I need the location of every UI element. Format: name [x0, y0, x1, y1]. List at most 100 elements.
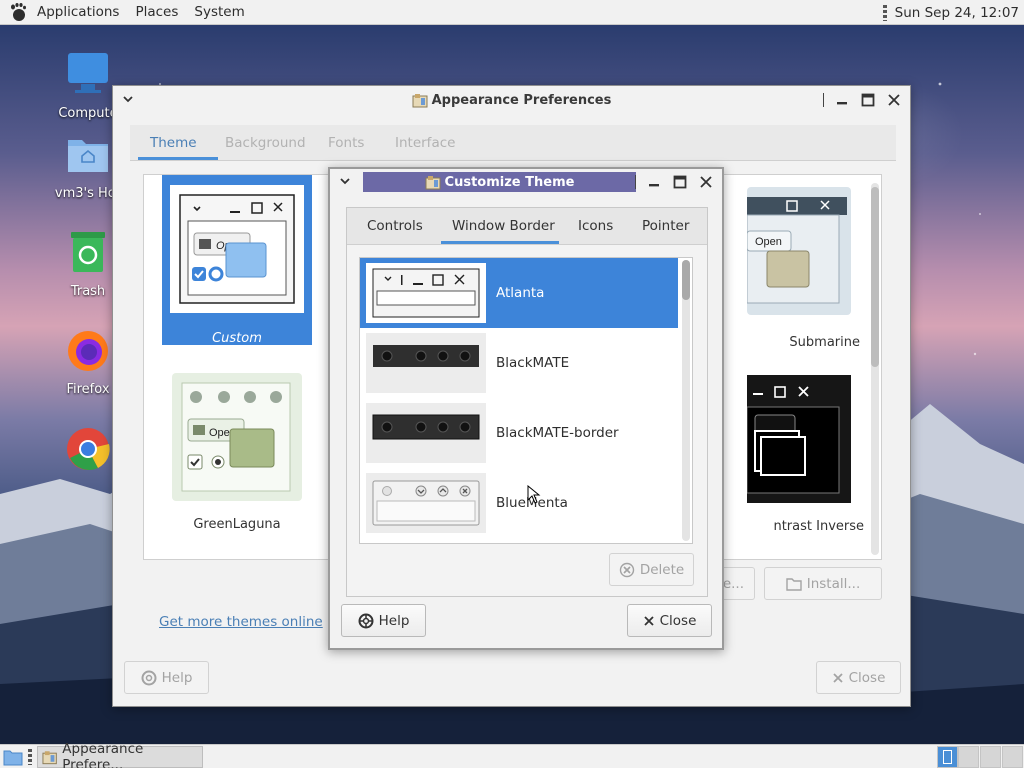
tab-controls[interactable]: Controls: [367, 208, 423, 245]
list-item-atlanta[interactable]: Atlanta: [360, 258, 678, 328]
tab-icons[interactable]: Icons: [578, 208, 613, 245]
tab-fonts[interactable]: Fonts: [328, 125, 364, 161]
show-desktop-icon[interactable]: [3, 748, 23, 766]
theme-tile-contrast-inverse[interactable]: ntrast Inverse: [714, 375, 864, 535]
tab-background[interactable]: Background: [225, 125, 306, 161]
appearance-app-icon: [42, 751, 57, 765]
delete-icon: [619, 562, 635, 577]
save-as-label: e...: [722, 575, 744, 592]
close-x-icon: [643, 615, 654, 626]
theme-label-contrast-inverse: ntrast Inverse: [773, 519, 864, 534]
theme-list-scrollbar[interactable]: [871, 183, 879, 555]
border-name: Atlanta: [496, 285, 545, 301]
close-label: Close: [848, 669, 886, 686]
theme-label-custom: Custom: [212, 331, 262, 346]
list-item-blackmate[interactable]: BlackMATE: [360, 328, 678, 398]
menu-system[interactable]: System: [186, 0, 252, 25]
folder-open-icon: [786, 577, 802, 591]
close-window-button[interactable]: Close: [816, 661, 901, 694]
titlebar[interactable]: Appearance Preferences: [113, 86, 910, 114]
title-band: Customize Theme: [363, 172, 636, 192]
theme-tile-greenlaguna[interactable]: Open GreenLaguna: [162, 373, 312, 533]
tab-interface[interactable]: Interface: [395, 125, 455, 161]
gnome-foot-icon[interactable]: [7, 1, 29, 23]
help-button[interactable]: Help: [124, 661, 209, 694]
help-label: Help: [161, 669, 193, 686]
blackmate-preview-graphic: [373, 345, 479, 367]
tab-bar: Controls Window Border Icons Pointer: [347, 208, 707, 245]
menu-applications[interactable]: Applications: [29, 0, 127, 25]
help-button[interactable]: Help: [341, 604, 426, 637]
blackmate-border-preview-graphic: [372, 414, 480, 440]
titlebar[interactable]: Customize Theme: [330, 169, 722, 195]
theme-tile-custom[interactable]: Open Custom: [162, 175, 312, 346]
atlanta-preview-graphic: [372, 268, 480, 318]
active-tab-indicator: [441, 241, 559, 244]
close-icon: [888, 94, 900, 106]
close-button[interactable]: [884, 90, 904, 110]
customize-theme-dialog: Customize Theme Controls Window Border I…: [328, 167, 724, 650]
taskbar-appearance-preferences[interactable]: Appearance Prefere...: [37, 741, 203, 768]
install-button[interactable]: Install...: [764, 567, 882, 600]
help-icon: [141, 670, 157, 685]
title-separator: [635, 175, 636, 189]
border-preview: [366, 333, 486, 393]
customize-notebook: Controls Window Border Icons Pointer Atl…: [346, 207, 708, 597]
bluementa-preview-graphic: [372, 480, 480, 526]
home-folder-icon: [68, 140, 108, 172]
tab-theme[interactable]: Theme: [150, 125, 197, 161]
workspace-1[interactable]: [937, 746, 958, 768]
taskbar-label: Appearance Prefere...: [62, 741, 144, 768]
help-label: Help: [378, 612, 410, 629]
list-item-bluementa[interactable]: BlueMenta: [360, 468, 678, 538]
tab-bar: Theme Background Fonts Interface: [130, 125, 896, 161]
panel-handle[interactable]: [28, 749, 32, 765]
thumbnail-open-text: Open: [755, 236, 782, 248]
maximize-icon: [861, 93, 875, 107]
close-icon: [700, 176, 712, 188]
chrome-icon: [67, 428, 110, 471]
scrollbar-thumb[interactable]: [682, 260, 690, 300]
clock[interactable]: Sun Sep 24, 12:07: [895, 5, 1024, 21]
workspace-3[interactable]: [980, 746, 1001, 768]
close-dialog-button[interactable]: Close: [627, 604, 712, 637]
trash-icon: [71, 232, 105, 272]
close-label: Close: [659, 612, 697, 629]
border-list-scrollbar[interactable]: [682, 260, 690, 541]
theme-label-greenlaguna: GreenLaguna: [193, 517, 281, 532]
delete-label: Delete: [639, 561, 685, 578]
theme-tile-submarine[interactable]: Open Submarine: [714, 187, 864, 350]
border-preview: [366, 263, 486, 323]
window-menu-icon[interactable]: [338, 174, 352, 188]
panel-handle[interactable]: [882, 4, 887, 21]
list-item-blackmate-border[interactable]: BlackMATE-border: [360, 398, 678, 468]
theme-thumbnail: Open: [172, 373, 302, 501]
theme-thumbnail: Open: [170, 185, 304, 313]
tab-pointer[interactable]: Pointer: [642, 208, 689, 245]
tab-window-border[interactable]: Window Border: [452, 208, 555, 245]
maximize-button[interactable]: [858, 90, 878, 110]
minimize-icon: [837, 102, 847, 105]
delete-button[interactable]: Delete: [609, 553, 694, 586]
minimize-icon: [649, 184, 659, 187]
minimize-button[interactable]: [644, 172, 664, 192]
border-preview: [366, 473, 486, 533]
theme-thumbnail: [746, 375, 851, 503]
scrollbar-thumb[interactable]: [871, 187, 879, 367]
appearance-app-icon: [425, 176, 441, 190]
menu-places[interactable]: Places: [127, 0, 186, 25]
help-icon: [358, 613, 374, 628]
maximize-button[interactable]: [670, 172, 690, 192]
workspace-2[interactable]: [958, 746, 979, 768]
install-label: Install...: [806, 575, 861, 592]
theme-thumbnail: Open: [746, 187, 851, 315]
workspace-4[interactable]: [1002, 746, 1023, 768]
window-menu-icon[interactable]: [121, 92, 135, 106]
firefox-icon: [68, 331, 108, 371]
minimize-button[interactable]: [832, 90, 852, 110]
workspace-window-marker: [943, 750, 952, 764]
close-button[interactable]: [696, 172, 716, 192]
border-name: BlackMATE: [496, 355, 570, 371]
get-more-themes-link[interactable]: Get more themes online: [159, 614, 323, 630]
appearance-app-icon: [412, 94, 428, 108]
